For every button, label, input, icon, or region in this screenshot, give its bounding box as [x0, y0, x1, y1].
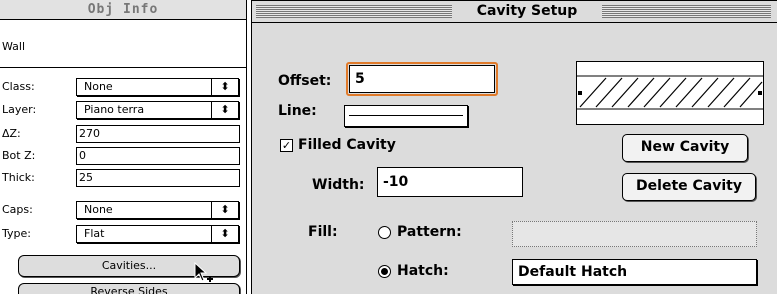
filled-cavity-label: Filled Cavity [298, 137, 396, 153]
delete-cavity-button[interactable]: Delete Cavity [622, 173, 756, 201]
class-value: None [84, 80, 113, 93]
delta-z-field[interactable]: 270 [76, 125, 240, 143]
popup-arrows-icon: ⬍ [211, 79, 238, 95]
palette-title: Obj Info [0, 0, 246, 20]
hatch-label: Hatch: [397, 263, 449, 279]
caps-popup[interactable]: None ⬍ [76, 201, 239, 219]
layer-label: Layer: [2, 103, 37, 116]
bot-z-field[interactable]: 0 [76, 147, 240, 165]
thick-label: Thick: [2, 171, 35, 184]
delta-z-label: ΔZ: [2, 127, 21, 140]
type-value: Flat [84, 227, 105, 240]
dialog-titlebar[interactable]: Cavity Setup [252, 1, 777, 23]
type-label: Type: [2, 227, 31, 240]
filled-cavity-checkbox[interactable]: ✓ [280, 139, 293, 152]
bot-z-label: Bot Z: [2, 149, 36, 162]
obj-info-palette: Obj Info Wall Class: None ⬍ Layer: Piano… [0, 0, 247, 294]
line-style-selector[interactable] [344, 105, 468, 127]
class-popup[interactable]: None ⬍ [76, 78, 239, 96]
hatch-radio[interactable] [378, 265, 391, 278]
width-label: Width: [312, 177, 365, 193]
pattern-field [512, 221, 757, 247]
wall-preview [576, 61, 764, 125]
type-popup[interactable]: Flat ⬍ [76, 225, 239, 243]
reverse-sides-button[interactable]: Reverse Sides [18, 283, 240, 294]
pattern-radio[interactable] [378, 226, 391, 239]
fill-label: Fill: [308, 224, 338, 240]
caps-value: None [84, 203, 113, 216]
thick-field[interactable]: 25 [76, 169, 240, 187]
line-sample [349, 115, 463, 116]
caps-label: Caps: [2, 203, 33, 216]
object-type-label: Wall [2, 40, 26, 53]
popup-arrows-icon: ⬍ [211, 226, 238, 242]
cavity-setup-dialog: Cavity Setup Offset: 5 Line: ✓ Filled Ca… [251, 0, 777, 294]
layer-value: Piano terra [84, 103, 145, 116]
offset-field[interactable]: 5 [349, 65, 495, 93]
mouse-cursor-icon [194, 262, 213, 282]
popup-arrows-icon: ⬍ [211, 102, 238, 118]
new-cavity-button[interactable]: New Cavity [622, 134, 748, 162]
offset-label: Offset: [278, 73, 332, 89]
line-label: Line: [278, 103, 317, 119]
divider [0, 67, 246, 68]
popup-arrows-icon: ⬍ [211, 202, 238, 218]
dialog-title: Cavity Setup [452, 1, 602, 22]
class-label: Class: [2, 80, 35, 93]
hatch-selector[interactable]: Default Hatch [512, 259, 757, 285]
layer-popup[interactable]: Piano terra ⬍ [76, 101, 239, 119]
pattern-label: Pattern: [397, 224, 462, 240]
width-field[interactable]: -10 [377, 167, 523, 197]
